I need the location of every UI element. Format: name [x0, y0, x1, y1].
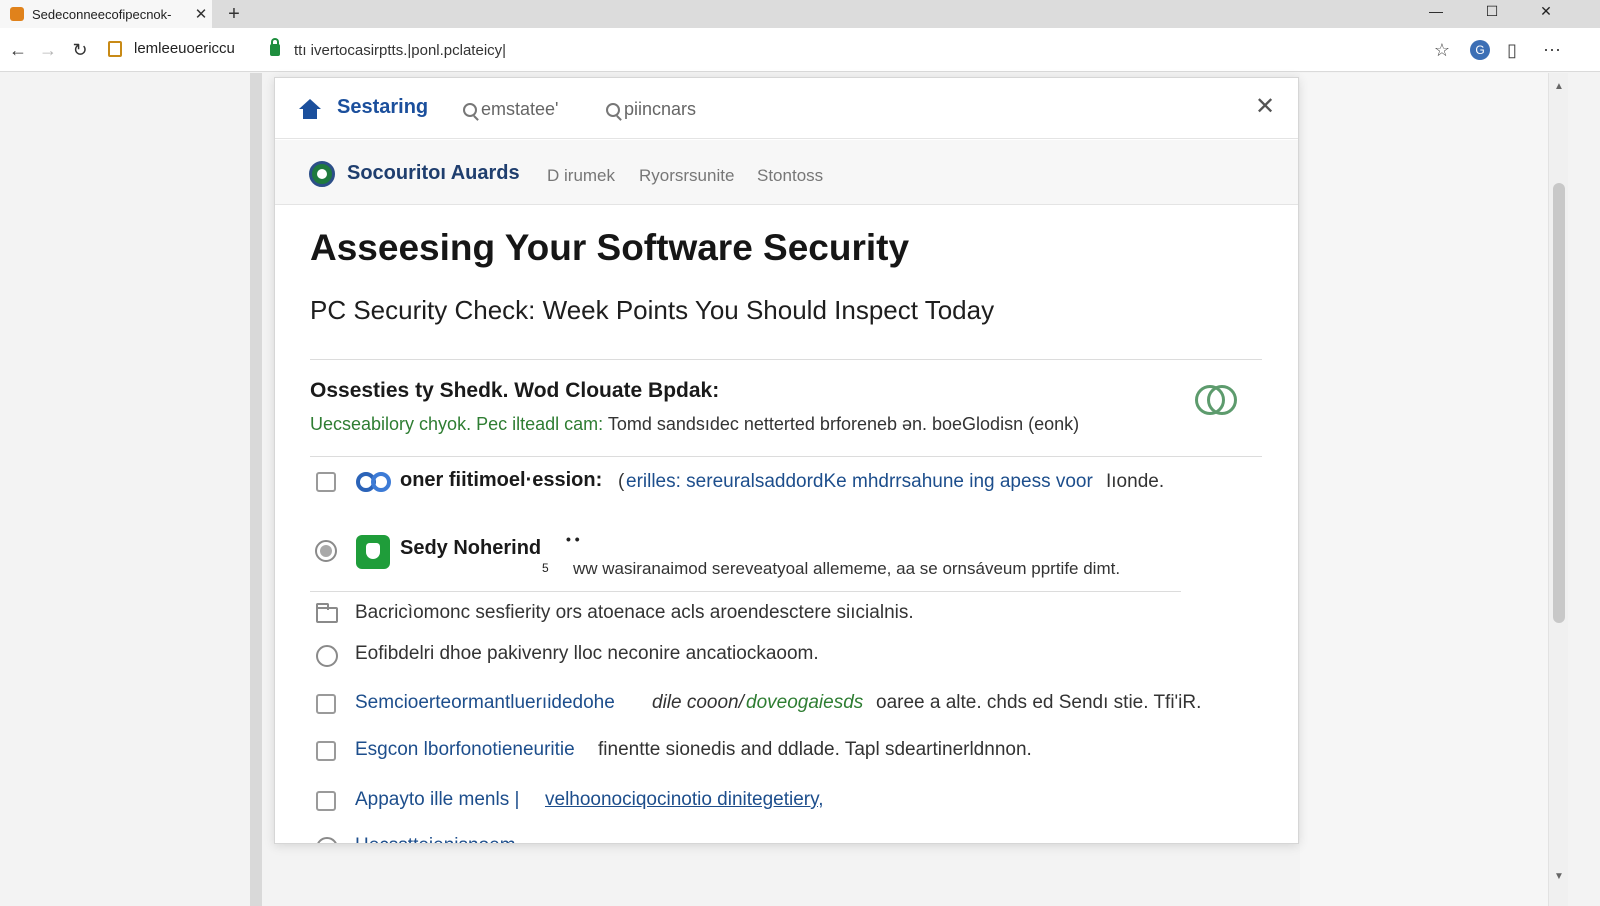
item-paren: ( [618, 471, 625, 492]
item-highlight: Appayto ille menls | [355, 789, 520, 810]
url-input[interactable] [294, 41, 894, 59]
browser-toolbar: ← → ↻ lemleeuoericcu ☆ G ▯ ⋯ [0, 28, 1600, 72]
section-title: Ossesties ty Shedk. Wod Clouate Bpdak: [310, 379, 720, 402]
section-desc-text: Tomd sandsıdec netterted brforeneb ən. b… [607, 414, 1080, 434]
browser-tab[interactable]: Sedeconneecofipecnok- ✕ [0, 0, 212, 28]
page-subtitle: PC Security Check: Week Points You Shoul… [310, 295, 995, 325]
item-highlight: Esgcon lborfonotieneuritie [355, 739, 575, 760]
search-icon [463, 102, 477, 117]
vertical-scrollbar[interactable]: ▲ ▼ [1548, 73, 1568, 906]
tab-title: Sedeconneecofipecnok- [32, 6, 172, 22]
lock-icon [270, 38, 280, 56]
site-info[interactable]: lemleeuoericcu [108, 40, 235, 57]
item-checkbox[interactable] [316, 472, 336, 492]
site-favicon-icon [10, 7, 24, 21]
item-italic: dile cooon/ [652, 692, 744, 713]
item-label: Sedy Noherind [400, 537, 542, 559]
address-bar[interactable] [258, 34, 1408, 66]
page-left-border [250, 73, 262, 906]
page-right-margin [1300, 73, 1548, 906]
item-checkbox[interactable] [316, 741, 336, 761]
browser-tab-bar: Sedeconneecofipecnok- ✕ + — ☐ ✕ [0, 0, 1600, 28]
item-radio[interactable] [316, 645, 338, 667]
panel-top-nav: Sestaring emstatee' piincnars ✕ [275, 78, 1298, 139]
item-detail-text: Iıonde. [1106, 471, 1165, 492]
home-icon[interactable] [299, 99, 321, 119]
loop-icon [356, 472, 392, 492]
sub-brand[interactable]: Socouritoı Auards [347, 162, 520, 185]
maximize-button[interactable]: ☐ [1472, 0, 1512, 24]
tab-close-button[interactable]: ✕ [190, 5, 212, 23]
item-text: Hecsstteienisnoem [355, 835, 516, 843]
scroll-up-icon[interactable]: ▲ [1549, 81, 1569, 92]
scroll-down-icon[interactable]: ▼ [1549, 871, 1569, 882]
search-link-1[interactable]: emstatee' [463, 99, 558, 120]
search-icon [606, 102, 620, 117]
list-item: oner fiitimoel·ession: ( erilles: sereur… [310, 467, 1250, 503]
item-checkbox[interactable] [316, 694, 336, 714]
new-tab-button[interactable]: + [222, 2, 246, 26]
page-title: Asseesing Your Software Security [310, 227, 910, 268]
item-green: doveogaiesds [746, 692, 864, 713]
divider [310, 359, 1262, 360]
item-label: oner fiitimoel·ession: [400, 469, 603, 491]
item-text: Eofibdelri dhoe pakivenry lloc neconire … [355, 643, 819, 664]
security-panel: Sestaring emstatee' piincnars ✕ Socourit… [274, 77, 1299, 844]
list-item: Eofibdelri dhoe pakivenry lloc neconire … [310, 640, 1210, 672]
list-item: Semcioerteormantluerıidedohe dile cooon/… [310, 689, 1250, 721]
back-arrow-icon[interactable]: ← [4, 36, 32, 64]
close-icon[interactable]: ✕ [1252, 94, 1278, 120]
star-icon[interactable]: ☆ [1428, 36, 1456, 64]
site-label: lemleeuoericcu [134, 40, 235, 57]
rating-badge-icon [1195, 385, 1241, 417]
scrollbar-thumb[interactable] [1553, 183, 1565, 623]
item-text: Bacricìomonc sesfierity ors atoenace acl… [355, 602, 914, 623]
list-item: Esgcon lborfonotieneuritie finentte sion… [310, 736, 1210, 768]
item-detail-highlight: erilles: sereuralsaddordKe mhdrrsahune i… [626, 471, 1093, 492]
page-left-margin [0, 73, 250, 906]
item-highlight: Semcioerteormantluerıidedohe [355, 692, 615, 713]
menu-icon[interactable]: ⋯ [1538, 36, 1566, 64]
folder-icon [316, 603, 338, 623]
search-link-2-label: piincnars [624, 99, 697, 119]
item-radio[interactable] [315, 540, 337, 562]
section-desc-highlight: Uecseabilory chyok. Pec ilteadl cam: [310, 414, 604, 434]
item-link[interactable]: velhoonociqocinotio dinitegetiery, [545, 789, 824, 811]
item-checkbox[interactable] [316, 791, 336, 811]
window-close-button[interactable]: ✕ [1526, 0, 1566, 24]
divider [310, 591, 1181, 592]
security-logo-icon [309, 161, 335, 187]
site-info-icon [108, 40, 122, 57]
reading-list-icon[interactable]: ▯ [1498, 36, 1526, 64]
search-link-2[interactable]: piincnars [606, 99, 696, 120]
minimize-button[interactable]: — [1416, 0, 1456, 24]
section-description: Uecseabilory chyok. Pec ilteadl cam: Tom… [310, 414, 1079, 435]
item-radio[interactable] [316, 837, 338, 843]
sub-nav-link-1[interactable]: D irumek [547, 166, 615, 186]
item-footnote: 5 [542, 561, 549, 575]
brand-link[interactable]: Sestaring [337, 96, 428, 119]
panel-sub-nav: Socouritoı Auards D irumek Ryorsrsunite … [275, 140, 1298, 205]
list-item: Appayto ille menls | velhoonociqocinotio… [310, 786, 1210, 818]
list-item: Hecsstteienisnoem [310, 832, 1210, 843]
item-text: finentte sionedis and ddlade. Tapl sdear… [598, 739, 1032, 760]
reload-icon[interactable]: ↻ [66, 36, 94, 64]
shield-icon [356, 535, 390, 569]
search-link-1-label: emstatee' [481, 99, 559, 119]
divider [310, 456, 1262, 457]
profile-avatar-icon[interactable]: G [1470, 40, 1490, 60]
item-detail-text: ww wasiranaimod sereveatyoal allememe, a… [573, 559, 1121, 578]
list-item: Sedy Noherind • • 5 ww wasiranaimod sere… [310, 531, 1210, 585]
forward-arrow-icon[interactable]: → [34, 36, 62, 64]
item-text: oaree a alte. chds ed Sendı stie. Tfi'iR… [876, 692, 1202, 713]
sub-nav-link-2[interactable]: Ryorsrsunite [639, 166, 734, 186]
item-dots: • • [566, 531, 580, 547]
sub-nav-link-3[interactable]: Stontoss [757, 166, 823, 186]
list-item: Bacricìomonc sesfierity ors atoenace acl… [310, 599, 1210, 631]
